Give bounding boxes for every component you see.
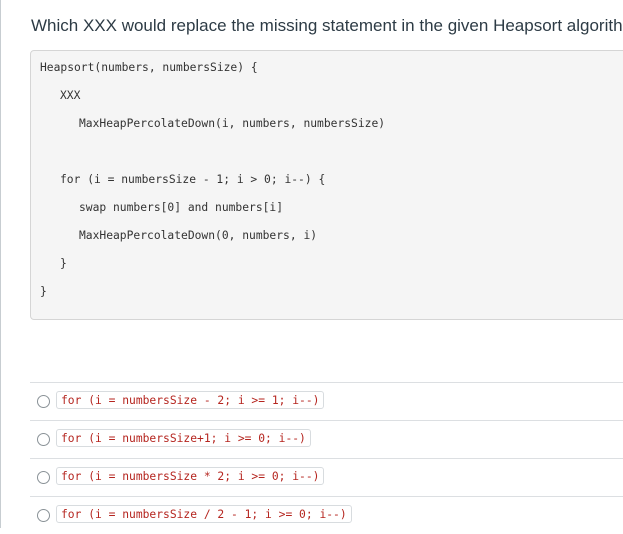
code-line-for-loop: for (i = numbersSize - 1; i > 0; i--) { [60,173,326,186]
answer-option-2[interactable]: for (i = numbersSize+1; i >= 0; i--) [30,421,623,458]
radio-button[interactable] [37,433,50,446]
answer-option-code: for (i = numbersSize - 2; i >= 1; i--) [56,391,325,409]
answer-option-code: for (i = numbersSize+1; i >= 0; i--) [56,429,311,447]
answer-option-1[interactable]: for (i = numbersSize - 2; i >= 1; i--) [30,383,623,420]
code-line-loop-close-brace: } [60,257,67,270]
code-line-percolate-down-root: MaxHeapPercolateDown(0, numbers, i) [79,229,318,242]
answer-option-code: for (i = numbersSize * 2; i >= 0; i--) [56,467,325,485]
code-line-function-header: Heapsort(numbers, numbersSize) { [40,61,258,74]
code-block: Heapsort(numbers, numbersSize) { XXX Max… [30,50,623,320]
code-line-percolate-down: MaxHeapPercolateDown(i, numbers, numbers… [79,117,386,130]
radio-button[interactable] [37,395,50,408]
code-line-swap: swap numbers[0] and numbers[i] [79,201,284,214]
answer-option-code: for (i = numbersSize / 2 - 1; i >= 0; i-… [56,505,352,523]
radio-button[interactable] [37,509,50,522]
question-text: Which XXX would replace the missing stat… [31,16,623,35]
code-line-missing-statement: XXX [60,89,81,102]
answer-option-3[interactable]: for (i = numbersSize * 2; i >= 0; i--) [30,459,623,496]
answer-option-4[interactable]: for (i = numbersSize / 2 - 1; i >= 0; i-… [30,497,623,534]
code-line-function-close-brace: } [40,285,47,298]
radio-button[interactable] [37,471,50,484]
